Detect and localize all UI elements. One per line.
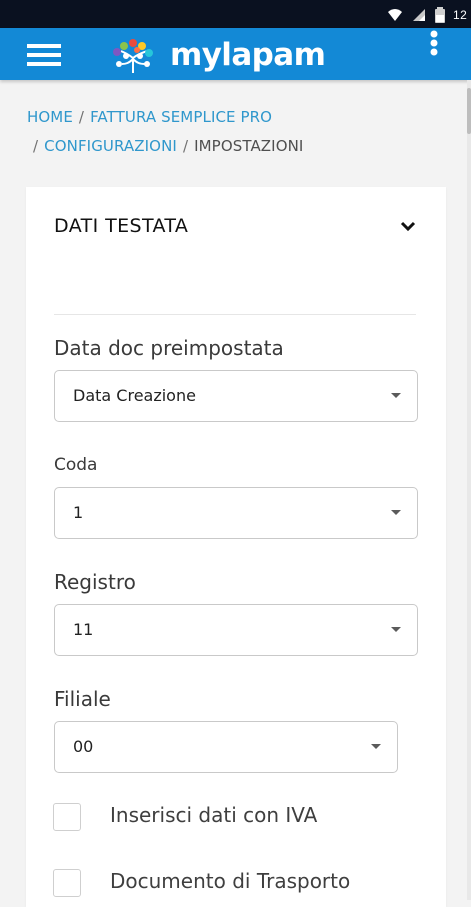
data-doc-label: Data doc preimpostata — [54, 336, 284, 360]
status-icons: 12 — [387, 6, 471, 24]
breadcrumb-separator: / — [182, 137, 189, 155]
inserisci-dati-con-iva-checkbox[interactable] — [53, 803, 81, 831]
dati-testata-card: DATI TESTATA Data doc preimpostata Data … — [26, 187, 446, 907]
coda-label: Coda — [54, 455, 98, 475]
coda-select[interactable]: 1 — [54, 487, 418, 539]
status-time: 12 — [453, 8, 468, 22]
inserisci-dati-con-iva-option[interactable]: Inserisci dati con IVA — [53, 803, 415, 835]
registro-value: 11 — [73, 620, 94, 639]
chevron-down-icon[interactable] — [398, 217, 418, 235]
breadcrumb-impostazioni: IMPOSTAZIONI — [194, 137, 304, 155]
scrollbar-track[interactable] — [467, 80, 471, 900]
breadcrumb-fattura-semplice-pro[interactable]: FATTURA SEMPLICE PRO — [90, 108, 272, 126]
filiale-label: Filiale — [54, 687, 111, 711]
app-header: mylapam — [0, 28, 471, 80]
documento-di-trasporto-option[interactable]: Documento di Trasporto — [53, 869, 415, 901]
breadcrumb-separator: / — [78, 108, 85, 126]
dropdown-caret-icon — [391, 393, 401, 398]
battery-icon — [435, 7, 445, 23]
dropdown-caret-icon — [371, 744, 381, 749]
brand-name: mylapam — [170, 36, 326, 73]
filiale-select[interactable]: 00 — [54, 721, 398, 773]
breadcrumb: HOME / FATTURA SEMPLICE PRO / CONFIGURAZION… — [27, 103, 437, 161]
hamburger-menu-icon[interactable] — [27, 40, 61, 66]
wifi-icon — [388, 9, 402, 21]
dropdown-caret-icon — [391, 510, 401, 515]
coda-value: 1 — [73, 503, 84, 522]
registro-label: Registro — [54, 570, 136, 594]
breadcrumb-separator: / — [33, 137, 39, 155]
signal-icon — [413, 9, 425, 21]
tree-logo-icon — [113, 39, 153, 73]
section-title: DATI TESTATA — [54, 215, 189, 237]
data-doc-select[interactable]: Data Creazione — [54, 370, 418, 422]
section-divider — [54, 314, 416, 315]
registro-select[interactable]: 11 — [54, 604, 418, 656]
vertical-ellipsis-icon[interactable] — [424, 28, 444, 60]
breadcrumb-home[interactable]: HOME — [27, 108, 73, 126]
inserisci-dati-con-iva-label: Inserisci dati con IVA — [110, 803, 318, 827]
brand-logo[interactable]: mylapam — [109, 36, 326, 74]
scrollbar-thumb[interactable] — [467, 88, 471, 134]
documento-di-trasporto-checkbox[interactable] — [53, 869, 81, 897]
breadcrumb-configurazioni[interactable]: CONFIGURAZIONI — [44, 137, 177, 155]
data-doc-value: Data Creazione — [73, 386, 196, 405]
dropdown-caret-icon — [391, 627, 401, 632]
documento-di-trasporto-label: Documento di Trasporto — [110, 869, 351, 893]
filiale-value: 00 — [73, 737, 94, 756]
status-bar: 12 — [0, 0, 471, 28]
